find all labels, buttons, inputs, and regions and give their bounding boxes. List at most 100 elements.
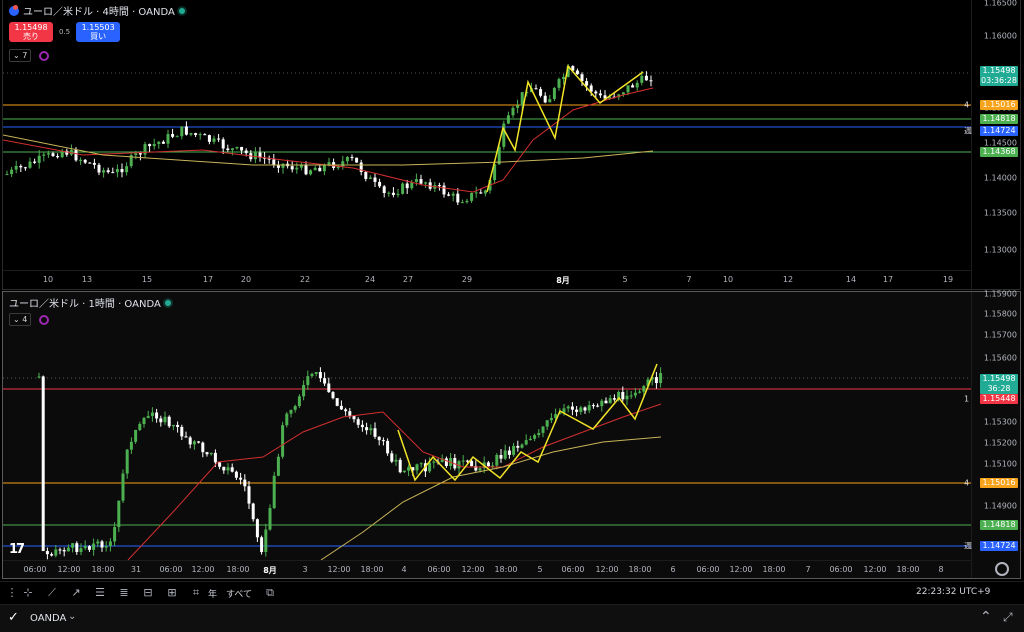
- horizontal-line-tool-icon[interactable]: ⊹: [20, 585, 36, 601]
- candle-body: [437, 185, 441, 187]
- clock-time[interactable]: 22:23:32 UTC+9: [916, 587, 990, 597]
- price-tag-value: 1.14724: [982, 126, 1016, 135]
- candle-body: [350, 156, 354, 158]
- candle-body: [134, 153, 138, 156]
- time-axis-1h[interactable]: 06:00 12:00 18:00 31 06:00 12:00 18:00 8月 3 12:00…: [3, 560, 971, 579]
- calendar-range-icon[interactable]: ⧉: [262, 585, 278, 601]
- time-tick: 31: [130, 565, 142, 574]
- candle-body: [240, 146, 244, 151]
- candle-body: [152, 143, 156, 147]
- price-axis-1h[interactable]: 1.15900 1.15800 1.15700 1.15600 1.15300 1.152…: [964, 290, 1023, 578]
- tradingview-watermark-icon: 17: [9, 542, 25, 557]
- parallel-channel-tool-icon[interactable]: ⊟: [140, 585, 156, 601]
- candle-body: [79, 548, 83, 552]
- candle-body: [649, 80, 653, 82]
- time-axis-4h[interactable]: 10 13 15 17 20 22 24 27 29 8月 5 7 10 12 14 17 19: [3, 270, 971, 289]
- time-tick: 18:00: [494, 565, 518, 574]
- candle-body: [129, 441, 133, 450]
- trend-line-tool-icon[interactable]: ⟋: [44, 585, 60, 601]
- candle-body: [253, 152, 257, 160]
- time-tick: 17: [882, 275, 894, 284]
- indicator-swirl-icon-1h[interactable]: [39, 314, 50, 325]
- price-tag[interactable]: 1.15016: [980, 478, 1018, 488]
- price-tag[interactable]: 1.14368: [980, 147, 1018, 157]
- candle-body: [121, 473, 125, 501]
- price-tag[interactable]: 1.14724: [980, 126, 1018, 136]
- candle-body: [192, 441, 196, 445]
- indicator-toggle-4h[interactable]: ⌄ 7: [9, 49, 32, 62]
- candle-body: [486, 462, 490, 467]
- candle-body: [598, 93, 602, 96]
- buy-button[interactable]: 1.15503 買い: [76, 22, 121, 42]
- drag-handle-icon[interactable]: ⋮: [4, 585, 20, 601]
- time-tick: 17: [202, 275, 214, 284]
- time-tick: 8: [938, 565, 944, 574]
- symbol-title-4h[interactable]: ユーロ／米ドル · 4時間 · OANDA: [23, 3, 175, 18]
- sell-button[interactable]: 1.15498 売り: [9, 22, 53, 42]
- candle-body: [465, 200, 469, 203]
- candle-body: [507, 450, 511, 455]
- candle-body: [222, 466, 226, 471]
- fib-extension-tool-icon[interactable]: ≣: [116, 585, 132, 601]
- candle-body: [545, 420, 549, 427]
- time-tick: 18:00: [226, 565, 250, 574]
- grid-tool-icon[interactable]: ⊞: [164, 585, 180, 601]
- candle-body: [331, 392, 335, 399]
- candle-body: [54, 549, 58, 556]
- indicator-swirl-icon[interactable]: [39, 50, 50, 61]
- candle-body: [194, 133, 198, 135]
- plot-area-4h[interactable]: [3, 0, 971, 270]
- candle-body: [125, 166, 129, 173]
- candle-body: [309, 170, 313, 175]
- price-tag[interactable]: 1.15498 36:28: [980, 374, 1018, 394]
- price-tag[interactable]: 1.14724: [980, 541, 1018, 551]
- price-axis-4h[interactable]: 1.165001.160001.155001.150001.145001.140…: [964, 0, 1023, 289]
- price-tag[interactable]: 1.15016: [980, 100, 1018, 110]
- maximize-panel-icon[interactable]: ⤢: [1003, 610, 1013, 625]
- candle-body: [635, 82, 639, 88]
- indicator-toggle-1h[interactable]: ⌄ 4: [9, 313, 32, 326]
- price-tag[interactable]: 1.15448: [980, 394, 1018, 404]
- ray-tool-icon[interactable]: ↗: [68, 585, 84, 601]
- tradingview-logo-icon: ✓: [8, 610, 19, 625]
- candle-body: [46, 153, 50, 155]
- chart-settings-gear-icon[interactable]: [995, 562, 1009, 576]
- symbol-title-1h[interactable]: ユーロ／米ドル · 1時間 · OANDA: [9, 295, 161, 310]
- candle-body: [285, 413, 289, 426]
- collapse-panel-chevron-up-icon[interactable]: ⌃: [980, 609, 992, 625]
- candle-body: [483, 190, 487, 194]
- chart-pane-1h[interactable]: ユーロ／米ドル · 1時間 · OANDA ⌄ 4 17 1.15900 1.15…: [2, 290, 1023, 579]
- period-all-button[interactable]: すべて: [226, 587, 252, 600]
- price-tag[interactable]: 1.14818: [980, 520, 1018, 530]
- chart-pane-4h[interactable]: ユーロ／米ドル · 4時間 · OANDA 1.15498 売り 0.5 1.1…: [2, 0, 1021, 290]
- fib-retracement-tool-icon[interactable]: ☰: [92, 585, 108, 601]
- price-tag[interactable]: 1.15498 03:36:28: [980, 66, 1018, 86]
- candle-body: [180, 426, 184, 437]
- candle-body: [247, 486, 251, 504]
- broker-chevron-down-icon[interactable]: ⌄: [68, 611, 76, 622]
- time-tick: 3: [302, 565, 308, 574]
- candle-body: [125, 449, 129, 474]
- sell-price: 1.15498: [14, 23, 48, 32]
- candle-body: [499, 455, 503, 459]
- candle-body: [71, 543, 75, 548]
- candle-body: [88, 162, 92, 164]
- candlestick-chart-4h[interactable]: [3, 0, 971, 270]
- sell-label: 売り: [23, 32, 39, 41]
- candle-body: [322, 164, 326, 172]
- period-year-button[interactable]: 年: [208, 587, 217, 600]
- candlestick-chart-1h[interactable]: [3, 292, 971, 560]
- candle-body: [203, 134, 207, 136]
- candle-body: [166, 134, 170, 144]
- rectangle-tool-icon[interactable]: ⌗: [188, 585, 204, 601]
- candle-body: [512, 445, 516, 455]
- candle-body: [117, 500, 121, 528]
- candle-body: [150, 412, 154, 417]
- time-tick: 8月: [556, 276, 570, 285]
- candle-body: [281, 163, 285, 168]
- candle-body: [239, 477, 243, 480]
- price-tag[interactable]: 1.14818: [980, 114, 1018, 124]
- broker-name[interactable]: OANDA: [30, 613, 66, 624]
- candle-body: [419, 179, 423, 184]
- plot-area-1h[interactable]: [3, 292, 971, 560]
